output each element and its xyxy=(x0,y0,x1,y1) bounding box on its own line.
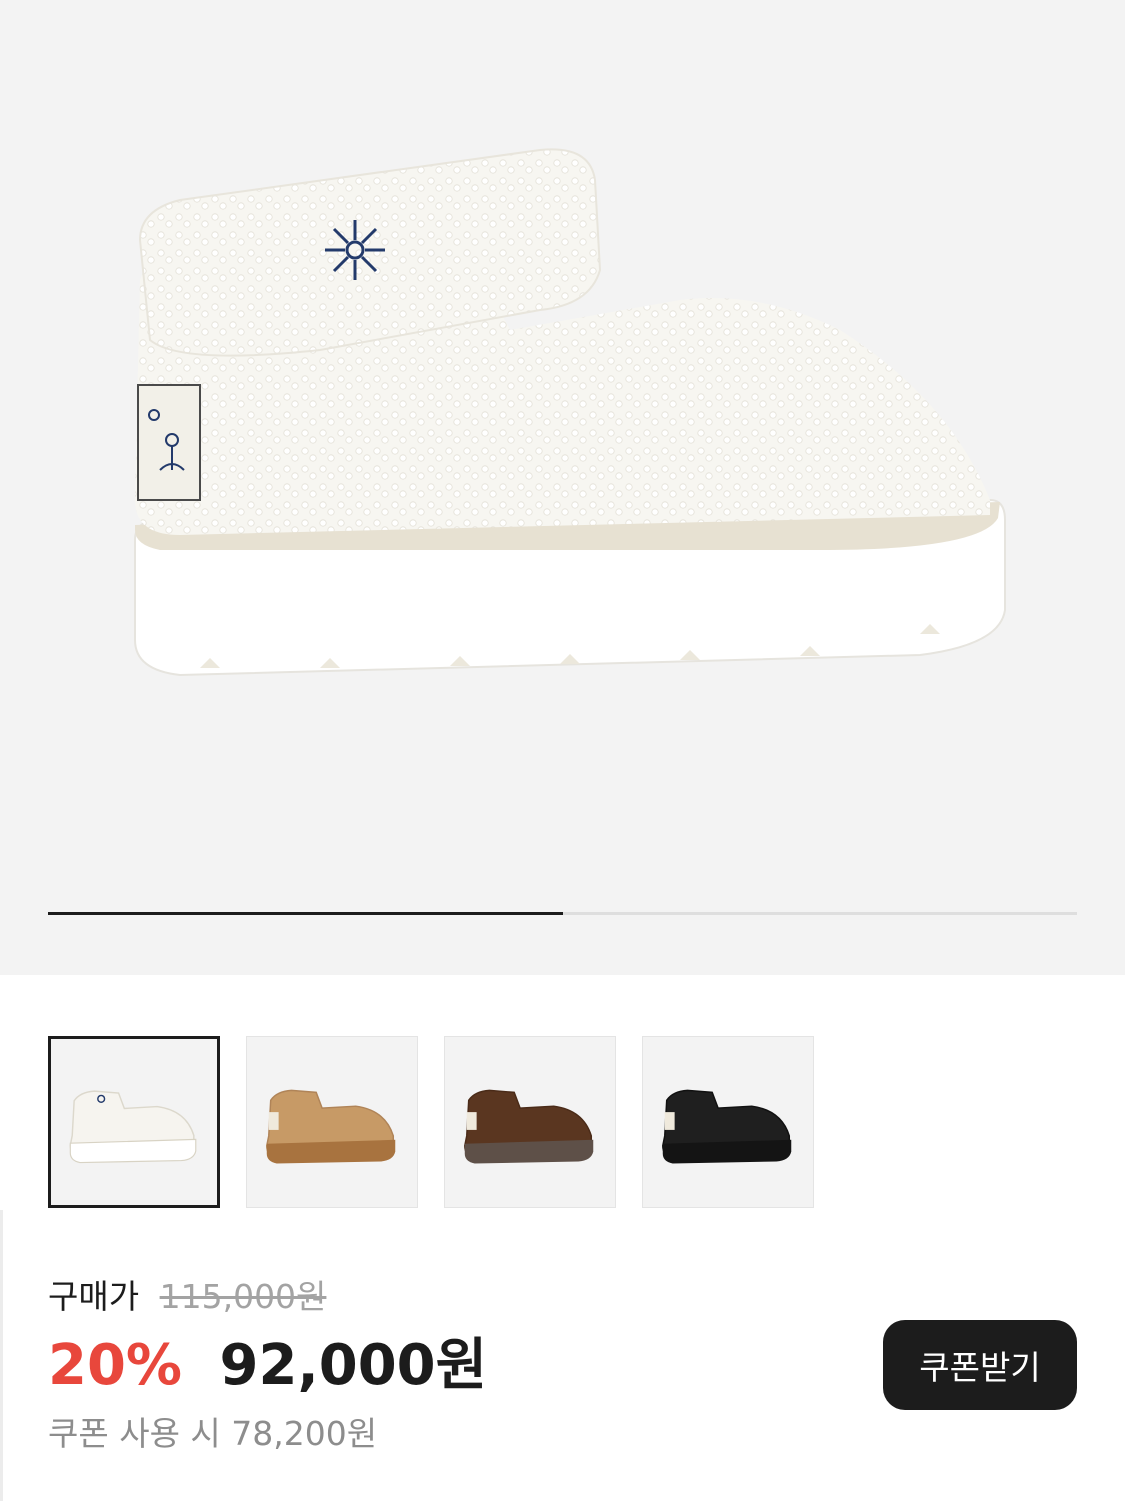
white-shearling-boot-image xyxy=(134,148,1006,677)
original-price: 115,000원 xyxy=(159,1277,327,1316)
tan-boot-thumbnail xyxy=(266,1089,396,1164)
brown-boot-thumbnail xyxy=(464,1089,594,1164)
sale-price-row: 20% 92,000원 xyxy=(48,1332,487,1400)
purchase-price-label: 구매가 xyxy=(48,1277,140,1316)
white-boot-thumbnail xyxy=(69,1090,197,1164)
sale-price: 92,000원 xyxy=(219,1333,488,1398)
thumbnail-black[interactable] xyxy=(642,1036,814,1208)
thumbnail-tan[interactable] xyxy=(246,1036,418,1208)
coupon-price-text: 쿠폰 사용 시 78,200원 xyxy=(48,1414,378,1453)
price-label-row: 구매가 115,000원 xyxy=(48,1275,326,1319)
get-coupon-button[interactable]: 쿠폰받기 xyxy=(883,1320,1077,1410)
gallery-progress-track xyxy=(48,912,1077,915)
gallery-progress-indicator xyxy=(48,912,563,915)
product-image-gallery[interactable] xyxy=(0,0,1125,975)
divider xyxy=(0,1210,3,1501)
black-boot-thumbnail xyxy=(662,1089,792,1164)
discount-rate: 20% xyxy=(48,1333,183,1398)
thumbnail-white[interactable] xyxy=(48,1036,220,1208)
thumbnail-brown[interactable] xyxy=(444,1036,616,1208)
